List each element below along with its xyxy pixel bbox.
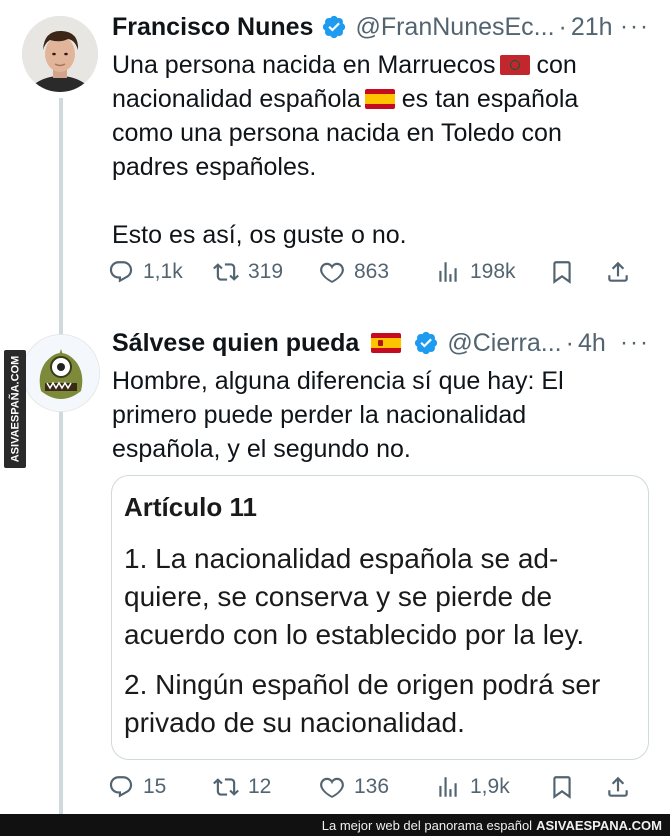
article-line: acuerdo con lo establecido por la ley. bbox=[124, 619, 585, 650]
action-bar: 1,1k 319 863 198k bbox=[108, 255, 652, 289]
footer-brand[interactable]: ASIVAESPANA.COM bbox=[536, 818, 662, 833]
footer-tagline: La mejor web del panorama español bbox=[321, 817, 533, 833]
display-name[interactable]: Francisco Nunes bbox=[112, 13, 313, 42]
timestamp[interactable]: 4h bbox=[578, 329, 606, 358]
like-icon bbox=[320, 777, 344, 798]
more-options-icon[interactable]: ··· bbox=[620, 329, 650, 357]
tweet-text-line: padres españoles. bbox=[112, 153, 317, 181]
retweet-count: 319 bbox=[248, 260, 284, 283]
share-icon bbox=[608, 776, 628, 797]
share-button[interactable] bbox=[605, 774, 631, 800]
separator-dot: · bbox=[558, 12, 567, 41]
bookmark-button[interactable] bbox=[549, 259, 605, 285]
article-line: privado de su nacionalidad. bbox=[124, 707, 465, 738]
views-icon bbox=[439, 262, 457, 282]
retweet-icon bbox=[213, 263, 239, 281]
verified-icon bbox=[413, 330, 439, 356]
tweet-text: Hombre, alguna diferencia sí que hay: El… bbox=[112, 364, 646, 466]
avatar-salvese-quien-pueda[interactable] bbox=[22, 334, 100, 412]
retweet-button[interactable]: 319 bbox=[213, 259, 319, 285]
like-count: 863 bbox=[354, 260, 390, 283]
media-image-card[interactable]: Artículo 11 1. La nacionalidad española … bbox=[111, 475, 649, 760]
tweet-text-line: Hombre, alguna diferencia sí que hay: El bbox=[112, 367, 564, 395]
flag-morocco-icon bbox=[499, 55, 530, 75]
share-button[interactable] bbox=[605, 259, 631, 285]
tweet-text: Una persona nacida en Marruecos con naci… bbox=[112, 48, 646, 252]
retweet-button[interactable]: 12 bbox=[213, 774, 319, 800]
tweet-header: Sálvese quien pueda @Cierra... · 4h ··· bbox=[112, 328, 650, 358]
thread-connector-line bbox=[59, 98, 63, 820]
verified-icon bbox=[321, 14, 347, 40]
like-button[interactable]: 863 bbox=[319, 259, 435, 285]
flag-spain-icon bbox=[364, 89, 395, 109]
views-button[interactable]: 198k bbox=[435, 259, 549, 285]
tweet-text-line: primero puede perder la nacionalidad bbox=[112, 401, 527, 429]
retweet-count: 12 bbox=[248, 775, 272, 798]
like-count: 136 bbox=[354, 775, 390, 798]
article-paragraph-2: 2. Ningún español de origen podrá ser pr… bbox=[124, 666, 634, 742]
article-paragraph-1: 1. La nacionalidad española se ad- quier… bbox=[124, 540, 634, 654]
reply-icon bbox=[109, 776, 133, 798]
article-line: quiere, se conserva y se pierde de bbox=[124, 581, 553, 612]
display-name[interactable]: Sálvese quien pueda bbox=[112, 329, 359, 358]
article-line: 2. Ningún español de origen podrá ser bbox=[124, 669, 601, 700]
views-count: 198k bbox=[470, 260, 516, 283]
bookmark-icon bbox=[553, 776, 571, 799]
article-title: Artículo 11 bbox=[124, 492, 257, 522]
handle[interactable]: @FranNunesEc... bbox=[355, 13, 554, 42]
reply-button[interactable]: 15 bbox=[108, 774, 213, 800]
footer-watermark-bar: La mejor web del panorama español ASIVAE… bbox=[0, 814, 670, 836]
more-options-icon[interactable]: ··· bbox=[620, 13, 650, 41]
tweet-text-line: Una persona nacida en Marruecos bbox=[112, 51, 496, 79]
tweet-text-line: con bbox=[529, 51, 577, 79]
tweet-text-line: nacionalidad española bbox=[112, 85, 361, 113]
reply-icon bbox=[109, 261, 133, 283]
avatar-francisco-nunes[interactable] bbox=[22, 16, 98, 92]
action-bar: 15 12 136 1,9k bbox=[108, 770, 652, 804]
like-button[interactable]: 136 bbox=[319, 774, 435, 800]
flag-spain-icon bbox=[371, 333, 402, 353]
retweet-icon bbox=[213, 778, 239, 796]
like-icon bbox=[320, 262, 344, 283]
bookmark-icon bbox=[553, 261, 571, 284]
separator-dot: · bbox=[565, 328, 574, 357]
article-line: 1. La nacionalidad española se ad- bbox=[124, 543, 559, 574]
reply-count: 15 bbox=[143, 775, 167, 798]
tweet-text-line: Esto es así, os guste o no. bbox=[112, 221, 407, 249]
side-watermark-text: ASIVAESPAÑA.COM bbox=[9, 355, 22, 463]
views-icon bbox=[439, 777, 457, 797]
tweet-header: Francisco Nunes @FranNunesEc... · 21h ··… bbox=[112, 12, 650, 42]
reply-button[interactable]: 1,1k bbox=[108, 259, 213, 285]
views-button[interactable]: 1,9k bbox=[435, 774, 549, 800]
tweet-text-line: es tan española bbox=[394, 85, 579, 113]
tweet-text-line: como una persona nacida en Toledo con bbox=[112, 119, 562, 147]
bookmark-button[interactable] bbox=[549, 774, 605, 800]
views-count: 1,9k bbox=[470, 775, 510, 798]
tweet-text-line: española, y el segundo no. bbox=[112, 435, 411, 463]
timestamp[interactable]: 21h bbox=[571, 13, 613, 42]
reply-count: 1,1k bbox=[143, 260, 183, 283]
handle[interactable]: @Cierra... bbox=[447, 329, 561, 358]
side-watermark: ASIVAESPAÑA.COM bbox=[4, 350, 26, 468]
share-icon bbox=[608, 261, 628, 282]
